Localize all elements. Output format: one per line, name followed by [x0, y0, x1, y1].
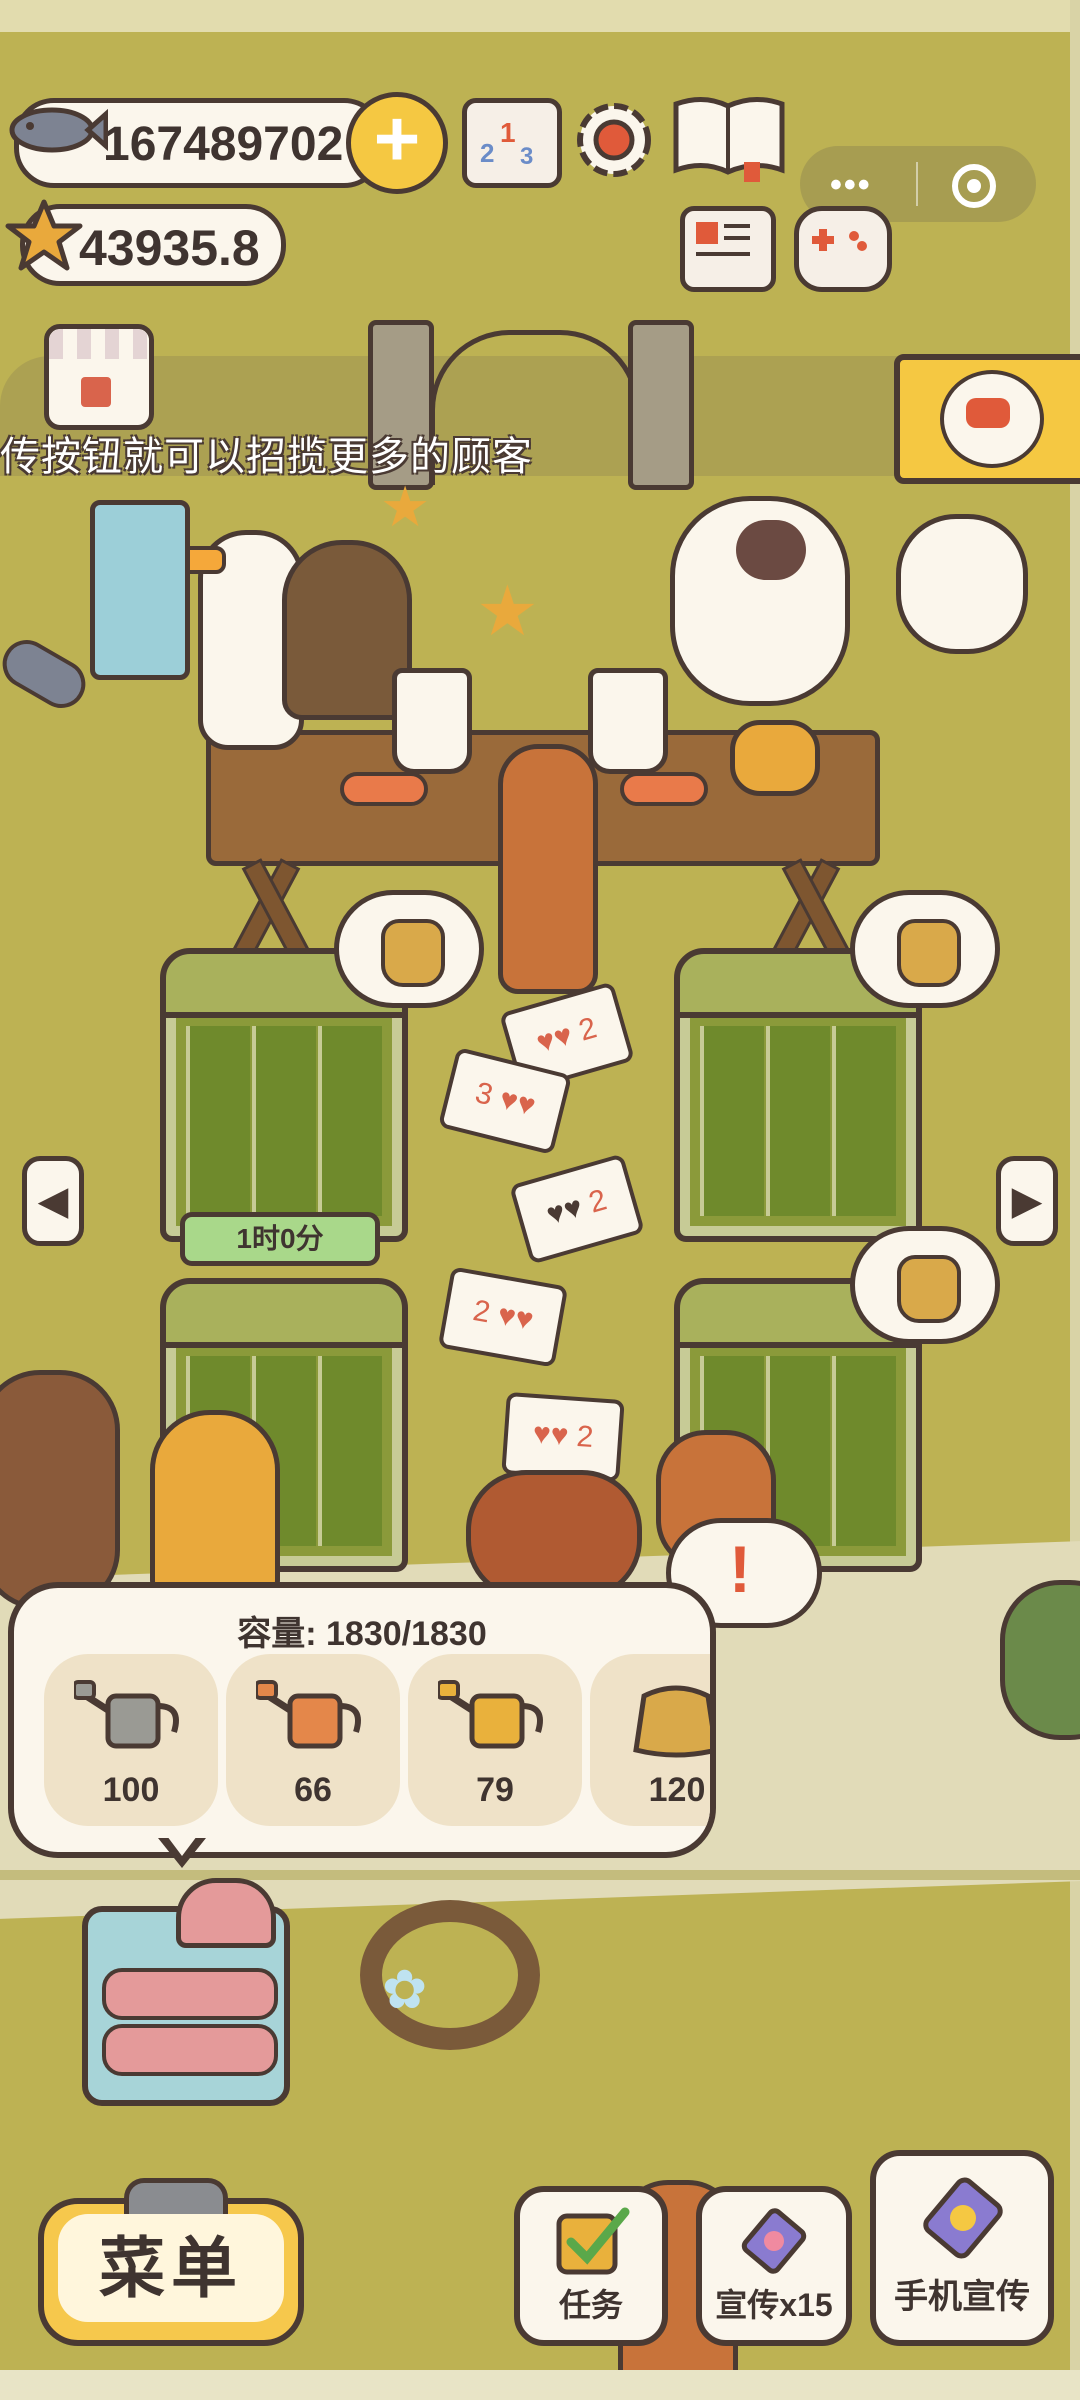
settings-gear-icon[interactable]: [568, 94, 660, 186]
bottom-strip: [0, 2370, 1080, 2400]
minigame-button[interactable]: [794, 206, 892, 292]
greenhouse[interactable]: [160, 948, 408, 1242]
harvest-bubble[interactable]: [334, 890, 484, 1008]
phone-promote-label: 手机宣传: [894, 2278, 1030, 2316]
seed-sack-icon: [897, 1255, 961, 1323]
food-plate: [340, 772, 428, 806]
leaderboard-button[interactable]: 213: [462, 98, 562, 188]
promote-button-label: 宣传x15: [715, 2287, 833, 2323]
more-options-icon[interactable]: •••: [830, 166, 872, 205]
phone-promote-button[interactable]: 手机宣传: [870, 2150, 1054, 2346]
gamepad-icon: [812, 229, 867, 251]
promo-banner-text: 传按钮就可以招揽更多的顾客: [0, 435, 533, 479]
star-count: 43935.8: [79, 220, 260, 276]
heart-card: ♥♥ 2: [508, 1153, 646, 1265]
milk-jug: [392, 668, 472, 774]
scroll-left-arrow[interactable]: ◀: [22, 1156, 84, 1246]
guidebook-icon[interactable]: [670, 92, 788, 182]
news-button[interactable]: [680, 206, 776, 292]
item-quantity: 120: [648, 1771, 706, 1809]
grey-watering-can-icon: [74, 1680, 179, 1749]
item-quantity: 79: [476, 1771, 514, 1809]
food-plate: [620, 772, 708, 806]
game-scene: ★ ★ 1时0分 ♥♥ 2 3 ♥♥ ♥♥ 2 2 ♥♥ ♥♥ 2 ◀ ▶ ! …: [0, 0, 1080, 2400]
fox-gardener[interactable]: [150, 1410, 280, 1610]
wheelbarrow[interactable]: [466, 1470, 642, 1600]
harvest-bubble[interactable]: [850, 890, 1000, 1008]
yellow-watering-can-icon: [438, 1680, 543, 1749]
task-button[interactable]: 任务: [514, 2186, 668, 2346]
capacity-label: 容量: 1830/1830: [237, 1615, 487, 1653]
phone-flyer-icon: [923, 2177, 1003, 2259]
gate-pillar-right: [628, 320, 694, 490]
cat-customer[interactable]: [896, 514, 1028, 654]
orange-watering-can-icon: [256, 1680, 361, 1749]
menu-button[interactable]: 菜单: [38, 2178, 304, 2346]
star-sticker: ★: [476, 572, 539, 650]
hat-on-dresser: [176, 1878, 276, 1948]
heart-card: 2 ♥♥: [437, 1266, 569, 1368]
seed-sack-icon: [633, 1685, 710, 1758]
menu-button-label: 菜单: [58, 2214, 284, 2322]
add-fish-button[interactable]: +: [346, 92, 448, 194]
svg-text:2: 2: [480, 138, 494, 168]
star-sticker: ★: [380, 475, 431, 538]
panel-pointer-fill: [164, 1832, 200, 1856]
task-button-label: 任务: [558, 2287, 623, 2323]
lighthouse-post: [90, 500, 190, 680]
capsule-divider: [916, 162, 918, 206]
heart-card: ♥♥ 2: [501, 1391, 625, 1483]
wreath-visitor[interactable]: [1000, 1580, 1080, 1740]
pinecone-pile: [0, 1370, 120, 1610]
teapot: [730, 720, 820, 796]
flyer-icon: [741, 2208, 807, 2274]
inventory-slot[interactable]: 79: [408, 1654, 582, 1826]
inventory-slot[interactable]: 100: [44, 1654, 218, 1826]
svg-text:3: 3: [520, 143, 533, 170]
grass-edge: [0, 1870, 1080, 1880]
star-icon: [4, 196, 84, 276]
fish-icon: [0, 100, 109, 160]
svg-text:1: 1: [500, 117, 516, 148]
inventory-slot[interactable]: 66: [226, 1654, 400, 1826]
item-quantity: 66: [294, 1771, 332, 1809]
wreath-flower: ✿: [382, 1960, 428, 2020]
fish-count: 167489702: [103, 118, 344, 171]
promote-button[interactable]: 宣传x15: [696, 2186, 852, 2346]
checkbox-check-icon: [556, 2207, 630, 2275]
harvest-bubble[interactable]: [850, 1226, 1000, 1344]
stall-shop[interactable]: [44, 324, 154, 430]
podium-icon: 213: [480, 117, 533, 170]
greenhouse-timer: 1时0分: [180, 1212, 380, 1266]
greenhouse[interactable]: [674, 948, 922, 1242]
milk-jug: [588, 668, 668, 774]
newspaper-icon: [696, 222, 750, 256]
item-quantity: 100: [102, 1771, 160, 1809]
event-flag-button[interactable]: [894, 354, 1080, 484]
inventory-slot[interactable]: 120: [590, 1654, 710, 1826]
status-strip: [0, 0, 1080, 32]
close-miniapp-icon[interactable]: [952, 164, 996, 208]
seed-sack-icon: [897, 919, 961, 987]
seed-sack-icon: [381, 919, 445, 987]
deer-customer[interactable]: [498, 744, 598, 994]
fish-decoration: [0, 631, 95, 717]
inventory-panel: 容量: 1830/1830 100 66 79 120: [8, 1582, 716, 1858]
sheep-face: [736, 520, 806, 580]
scroll-right-arrow[interactable]: ▶: [996, 1156, 1058, 1246]
